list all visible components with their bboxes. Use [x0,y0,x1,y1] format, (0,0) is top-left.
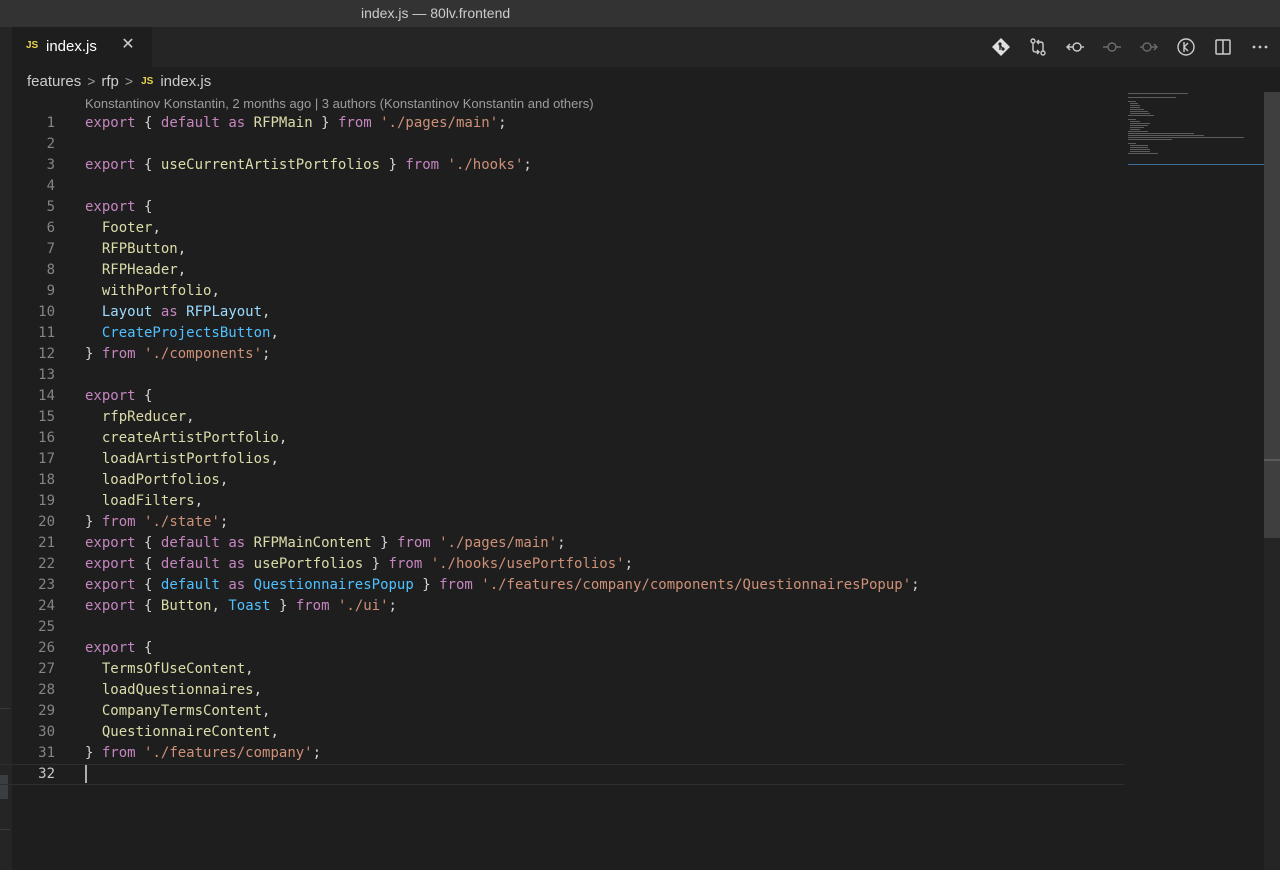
code-line: 4 [0,176,1124,197]
line-number: 23 [38,577,55,593]
line-number: 21 [38,535,55,551]
code-line: 30 QuestionnaireContent, [0,722,1124,743]
timeline-icon[interactable] [1173,34,1199,60]
line-number: 25 [38,619,55,635]
minimap[interactable] [1124,90,1264,170]
line-number: 32 [38,766,55,782]
tab-label: index.js [46,38,97,55]
line-number: 17 [38,451,55,467]
code-line: 14 export { [0,386,1124,407]
line-number: 24 [38,598,55,614]
code-line: 19 loadFilters, [0,491,1124,512]
line-number: 8 [46,262,55,278]
close-icon[interactable]: ✕ [120,37,136,53]
code-line: 23 export { default as QuestionnairesPopu… [0,575,1124,596]
line-number: 9 [46,283,55,299]
javascript-file-icon: JS [26,40,39,51]
breadcrumb-rfp[interactable]: rfp [101,73,119,90]
line-number: 19 [38,493,55,509]
line-number: 22 [38,556,55,572]
breadcrumb: features > rfp > JS index.js [27,70,211,92]
code-line: 18 loadPortfolios, [0,470,1124,491]
code-line: 29 CompanyTermsContent, [0,701,1124,722]
code-line: 11 CreateProjectsButton, [0,323,1124,344]
editor-actions [988,34,1268,60]
git-blame-codelens[interactable]: Konstantinov Konstantin, 2 months ago | … [85,96,594,111]
title-bar: index.js — 80lv.frontend [0,0,1280,28]
code-line: 7 RFPButton, [0,239,1124,260]
line-number: 13 [38,367,55,383]
code-line: 21 export { default as RFPMainContent } f… [0,533,1124,554]
more-actions-icon[interactable] [1247,34,1273,60]
code-line: 3 export { useCurrentArtistPortfolios } f… [0,155,1124,176]
code-line: 1 export { default as RFPMain } from './p… [0,113,1124,134]
line-number: 14 [38,388,55,404]
go-back-icon[interactable] [1062,34,1088,60]
code-line: 15 rfpReducer, [0,407,1124,428]
text-cursor [85,765,87,783]
code-line: 25 [0,617,1124,638]
chevron-right-icon: > [124,73,134,89]
line-number: 15 [38,409,55,425]
git-commit-icon[interactable] [1099,34,1125,60]
code-line: 13 [0,365,1124,386]
code-line: 8 RFPHeader, [0,260,1124,281]
code-line: 9 withPortfolio, [0,281,1124,302]
code-line: 20} from './state'; [0,512,1124,533]
git-branch-icon[interactable] [988,34,1014,60]
line-number: 1 [46,115,55,131]
javascript-file-icon: JS [141,75,154,87]
code-line-current: 32 [0,764,1124,785]
breadcrumb-features[interactable]: features [27,73,81,90]
line-number: 20 [38,514,55,530]
line-number: 4 [46,178,55,194]
code-editor[interactable]: 1 export { default as RFPMain } from './p… [0,113,1124,785]
line-number: 7 [46,241,55,257]
line-number: 26 [38,640,55,656]
code-line: 31} from './features/company'; [0,743,1124,764]
line-number: 18 [38,472,55,488]
breadcrumb-file[interactable]: index.js [160,73,211,90]
line-number: 27 [38,661,55,677]
vertical-scrollbar[interactable] [1264,92,1280,870]
chevron-right-icon: > [87,73,96,89]
line-number: 2 [46,136,55,152]
line-number: 11 [38,325,55,341]
code-line: 24 export { Button, Toast } from './ui'; [0,596,1124,617]
line-number: 30 [38,724,55,740]
line-number: 10 [38,304,55,320]
code-line: 10 Layout as RFPLayout, [0,302,1124,323]
code-line: 6 Footer, [0,218,1124,239]
line-number: 3 [46,157,55,173]
code-line: 28 loadQuestionnaires, [0,680,1124,701]
scrollbar-thumb[interactable] [1264,92,1280,538]
line-number: 16 [38,430,55,446]
line-number: 28 [38,682,55,698]
code-line: 26 export { [0,638,1124,659]
code-line: 5 export { [0,197,1124,218]
window-title: index.js — 80lv.frontend [361,5,511,21]
code-line: 16 createArtistPortfolio, [0,428,1124,449]
code-line: 2 [0,134,1124,155]
line-number: 31 [38,745,55,761]
split-editor-icon[interactable] [1210,34,1236,60]
code-line: 27 TermsOfUseContent, [0,659,1124,680]
line-number: 5 [46,199,55,215]
code-line: 12} from './components'; [0,344,1124,365]
line-number: 12 [38,346,55,362]
code-line: 22 export { default as usePortfolios } fr… [0,554,1124,575]
line-number: 29 [38,703,55,719]
git-compare-icon[interactable] [1025,34,1051,60]
line-number: 6 [46,220,55,236]
tab-bar: JS index.js ✕ [0,27,1280,67]
code-line: 17 loadArtistPortfolios, [0,449,1124,470]
go-forward-icon[interactable] [1136,34,1162,60]
tab-index-js[interactable]: JS index.js ✕ [12,27,152,67]
